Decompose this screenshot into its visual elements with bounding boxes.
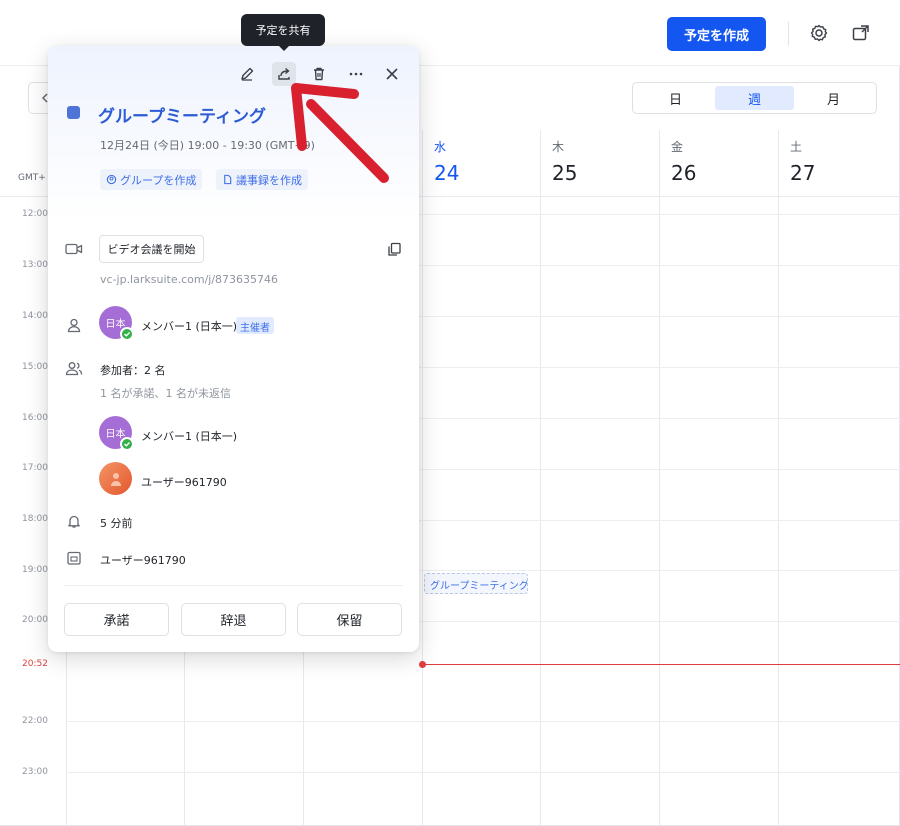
day-header-wed[interactable]: 水 24 <box>422 130 540 196</box>
participants-count: 参加者：2 名 <box>100 364 166 377</box>
participants-icon <box>65 359 83 377</box>
view-week-tab[interactable]: 週 <box>715 86 794 110</box>
organizer-badge: 主催者 <box>236 317 274 334</box>
accepted-check-icon <box>120 327 134 341</box>
bell-icon <box>65 512 83 530</box>
time-label: 15:00 <box>22 362 48 372</box>
day-number: 27 <box>790 161 816 185</box>
time-label: 13:00 <box>22 260 48 270</box>
day-of-week: 土 <box>790 140 803 154</box>
day-number: 26 <box>671 161 697 185</box>
create-group-label: グループを作成 <box>120 173 197 187</box>
time-label: 16:00 <box>22 413 48 423</box>
start-video-meeting-button[interactable]: ビデオ会議を開始 <box>99 235 204 263</box>
day-number: 24 <box>434 161 460 185</box>
calendar-owner: ユーザー961790 <box>100 554 186 567</box>
time-label: 19:00 <box>22 565 48 575</box>
participant-name: メンバー1 (日本一) <box>141 430 238 443</box>
close-icon[interactable] <box>380 62 404 86</box>
current-time-dot <box>419 661 426 668</box>
participants-status: 1 名が承諾、1 名が未返信 <box>100 387 231 400</box>
column-divider <box>422 197 423 826</box>
group-icon <box>106 174 117 185</box>
calendar-app: 予定を作成 日 週 月 GMT+ 水 24 木 25 金 26 土 27 12:… <box>0 0 900 826</box>
column-divider <box>540 197 541 826</box>
event-detail-popover: グループミーティング 12月24日 (今日) 19:00 - 19:30 (GM… <box>48 46 419 652</box>
document-icon <box>224 174 232 185</box>
organizer-name: メンバー1 (日本一) <box>141 320 238 333</box>
create-minutes-label: 議事録を作成 <box>236 173 302 187</box>
time-label: 17:00 <box>22 463 48 473</box>
timezone-label: GMT+ <box>18 173 46 183</box>
share-tooltip: 予定を共有 <box>241 14 325 51</box>
tentative-button[interactable]: 保留 <box>297 603 402 636</box>
participant-avatar[interactable] <box>99 462 132 495</box>
decline-button[interactable]: 辞退 <box>181 603 286 636</box>
day-of-week: 水 <box>434 140 447 154</box>
hour-line <box>66 721 900 722</box>
user-icon <box>65 316 83 334</box>
edit-icon[interactable] <box>235 62 259 86</box>
column-divider <box>659 197 660 826</box>
toolbar-divider <box>788 22 789 46</box>
participant-avatar[interactable]: 日本 <box>99 416 134 451</box>
day-of-week: 木 <box>552 140 565 154</box>
time-label: 22:00 <box>22 716 48 726</box>
user-silhouette-icon <box>110 472 121 486</box>
time-label: 18:00 <box>22 514 48 524</box>
time-label: 20:00 <box>22 615 48 625</box>
video-camera-icon <box>65 240 83 258</box>
column-divider <box>778 197 779 826</box>
hour-line <box>66 772 900 773</box>
create-minutes-chip[interactable]: 議事録を作成 <box>216 169 308 190</box>
open-window-icon[interactable] <box>850 22 872 44</box>
gear-icon[interactable] <box>808 22 830 44</box>
accept-button[interactable]: 承諾 <box>64 603 169 636</box>
organizer-avatar[interactable]: 日本 <box>99 306 134 341</box>
view-switcher: 日 週 月 <box>632 82 877 114</box>
more-icon[interactable] <box>344 62 368 86</box>
accepted-check-icon <box>120 437 134 451</box>
view-month-tab[interactable]: 月 <box>794 86 873 110</box>
video-meeting-link[interactable]: vc-jp.larksuite.com/j/873635746 <box>100 273 278 286</box>
day-number: 25 <box>552 161 578 185</box>
create-group-chip[interactable]: グループを作成 <box>100 169 203 190</box>
trash-icon[interactable] <box>307 62 331 86</box>
copy-icon[interactable] <box>385 240 403 258</box>
calendar-icon <box>65 549 83 567</box>
time-label: 14:00 <box>22 311 48 321</box>
current-time-label: 20:52 <box>22 659 48 669</box>
grid-event[interactable]: グループミーティング <box>424 573 528 594</box>
day-header-fri[interactable]: 金 26 <box>659 130 777 196</box>
event-title: グループミーティング <box>98 107 266 127</box>
day-of-week: 金 <box>671 140 684 154</box>
event-time: 12月24日 (今日) 19:00 - 19:30 (GMT+9) <box>100 139 315 152</box>
time-label: 23:00 <box>22 767 48 777</box>
day-header-sat[interactable]: 土 27 <box>778 130 896 196</box>
participant-name: ユーザー961790 <box>141 476 227 489</box>
view-day-tab[interactable]: 日 <box>636 86 715 110</box>
time-label: 12:00 <box>22 209 48 219</box>
popover-divider <box>64 585 403 586</box>
share-icon[interactable] <box>272 62 296 86</box>
create-event-button[interactable]: 予定を作成 <box>667 17 766 51</box>
current-time-line <box>422 664 900 665</box>
reminder-text: 5 分前 <box>100 517 133 530</box>
day-header-thu[interactable]: 木 25 <box>540 130 658 196</box>
event-color-swatch <box>67 106 80 119</box>
